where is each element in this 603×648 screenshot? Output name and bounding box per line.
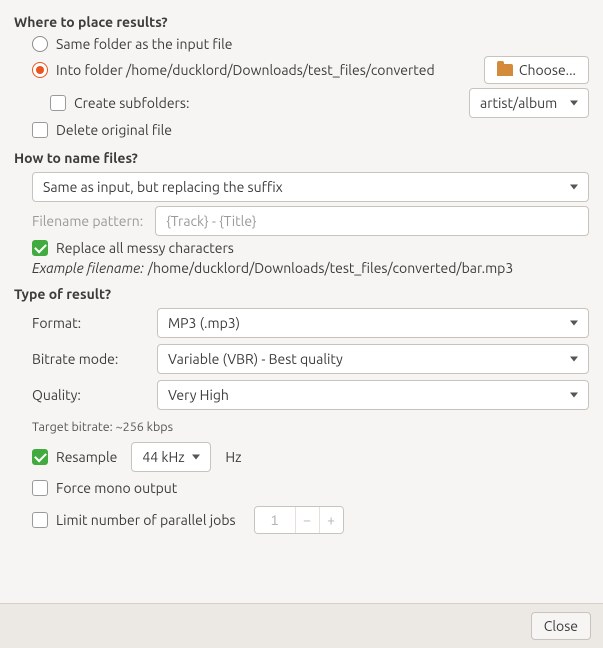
section-placement-title: Where to place results? [14, 14, 589, 30]
radio-same-folder-label: Same folder as the input file [56, 36, 233, 52]
format-value: MP3 (.mp3) [168, 315, 240, 331]
subfolder-pattern-select[interactable]: artist/album [469, 88, 589, 118]
dialog-footer: Close [0, 603, 603, 648]
bitrate-mode-select[interactable]: Variable (VBR) - Best quality [157, 344, 589, 374]
format-label: Format: [32, 315, 147, 331]
quality-select[interactable]: Very High [157, 380, 589, 410]
subfolder-pattern-value: artist/album [480, 95, 557, 111]
checkbox-resample[interactable]: Resample [32, 449, 117, 465]
chevron-down-icon [192, 455, 200, 460]
radio-icon [32, 62, 48, 78]
format-select[interactable]: MP3 (.mp3) [157, 308, 589, 338]
chevron-down-icon [570, 185, 578, 190]
resample-rate-select[interactable]: 44 kHz [131, 442, 211, 472]
folder-icon [497, 64, 513, 76]
quality-value: Very High [168, 387, 229, 403]
stepper-minus-button[interactable]: − [295, 507, 319, 533]
chevron-down-icon [570, 101, 578, 106]
create-subfolders-label: Create subfolders: [74, 95, 189, 111]
checkbox-delete-original[interactable]: Delete original file [14, 122, 589, 138]
section-naming-title: How to name files? [14, 150, 589, 166]
pattern-label: Filename pattern: [32, 213, 143, 229]
quality-label: Quality: [32, 387, 147, 403]
checkbox-force-mono[interactable]: Force mono output [14, 480, 589, 496]
force-mono-label: Force mono output [56, 480, 177, 496]
resample-label: Resample [56, 449, 117, 465]
naming-mode-value: Same as input, but replacing the suffix [43, 179, 283, 195]
limit-jobs-label: Limit number of parallel jobs [56, 512, 236, 528]
radio-into-folder-label: Into folder /home/ducklord/Downloads/tes… [56, 62, 435, 78]
radio-icon [32, 36, 48, 52]
close-button-label: Close [544, 618, 578, 634]
choose-folder-label: Choose... [519, 62, 576, 78]
checkbox-icon [32, 480, 48, 496]
checkbox-replace-messy[interactable]: Replace all messy characters [14, 240, 589, 256]
section-result-title: Type of result? [14, 286, 589, 302]
checkbox-icon [50, 95, 66, 111]
chevron-down-icon [570, 321, 578, 326]
checkbox-icon [32, 512, 48, 528]
chevron-down-icon [570, 357, 578, 362]
chevron-down-icon [570, 393, 578, 398]
radio-into-folder[interactable]: Into folder /home/ducklord/Downloads/tes… [32, 62, 474, 78]
filename-pattern-value: {Track} - {Title} [166, 213, 256, 229]
target-bitrate: Target bitrate: ~256 kbps [32, 420, 173, 434]
resample-unit: Hz [225, 449, 241, 465]
example-prefix: Example filename: [32, 260, 144, 276]
limit-jobs-stepper[interactable]: − + [254, 506, 344, 534]
checkbox-create-subfolders[interactable]: Create subfolders: [50, 95, 459, 111]
close-button[interactable]: Close [531, 612, 591, 640]
filename-pattern-input[interactable]: {Track} - {Title} [155, 206, 589, 236]
resample-rate-value: 44 kHz [142, 449, 184, 465]
replace-messy-label: Replace all messy characters [56, 240, 234, 256]
radio-into-folder-row: Into folder /home/ducklord/Downloads/tes… [14, 56, 589, 84]
stepper-plus-button[interactable]: + [319, 507, 343, 533]
delete-original-label: Delete original file [56, 122, 172, 138]
create-subfolders-row: Create subfolders: artist/album [14, 88, 589, 118]
checkbox-icon [32, 449, 48, 465]
checkbox-limit-jobs[interactable]: Limit number of parallel jobs [32, 512, 236, 528]
checkbox-icon [32, 240, 48, 256]
radio-same-folder[interactable]: Same folder as the input file [14, 36, 589, 52]
example-path: /home/ducklord/Downloads/test_files/conv… [148, 260, 513, 276]
checkbox-icon [32, 122, 48, 138]
limit-jobs-value [255, 507, 295, 533]
bitrate-mode-label: Bitrate mode: [32, 351, 147, 367]
naming-mode-select[interactable]: Same as input, but replacing the suffix [32, 172, 589, 202]
bitrate-mode-value: Variable (VBR) - Best quality [168, 351, 343, 367]
choose-folder-button[interactable]: Choose... [484, 56, 589, 84]
